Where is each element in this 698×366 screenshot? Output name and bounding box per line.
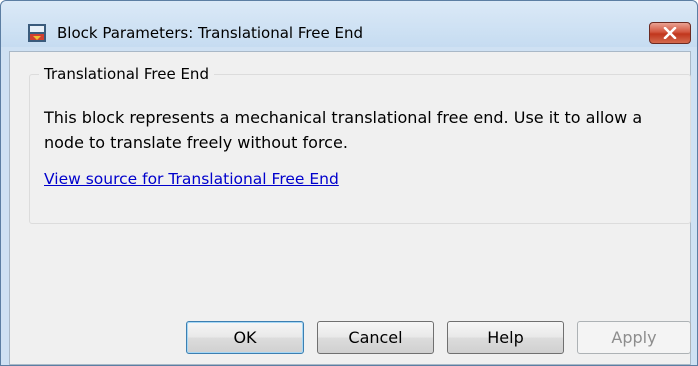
group-title: Translational Free End <box>39 64 214 84</box>
help-button[interactable]: Help <box>447 321 564 354</box>
apply-button[interactable]: Apply <box>577 321 691 354</box>
close-button[interactable] <box>649 22 691 44</box>
dialog-body: Translational Free End This block repres… <box>9 51 691 365</box>
block-description-text: This block represents a mechanical trans… <box>44 108 643 152</box>
cancel-button[interactable]: Cancel <box>317 321 434 354</box>
dialog-window: Block Parameters: Translational Free End… <box>0 0 698 366</box>
simulink-block-icon <box>28 24 46 42</box>
view-source-link[interactable]: View source for Translational Free End <box>44 167 384 191</box>
close-x-icon <box>663 27 677 39</box>
ok-button[interactable]: OK <box>186 321 304 354</box>
title-bar[interactable]: Block Parameters: Translational Free End <box>1 1 697 47</box>
block-description-group: Translational Free End This block repres… <box>29 64 691 224</box>
window-title: Block Parameters: Translational Free End <box>57 24 363 42</box>
